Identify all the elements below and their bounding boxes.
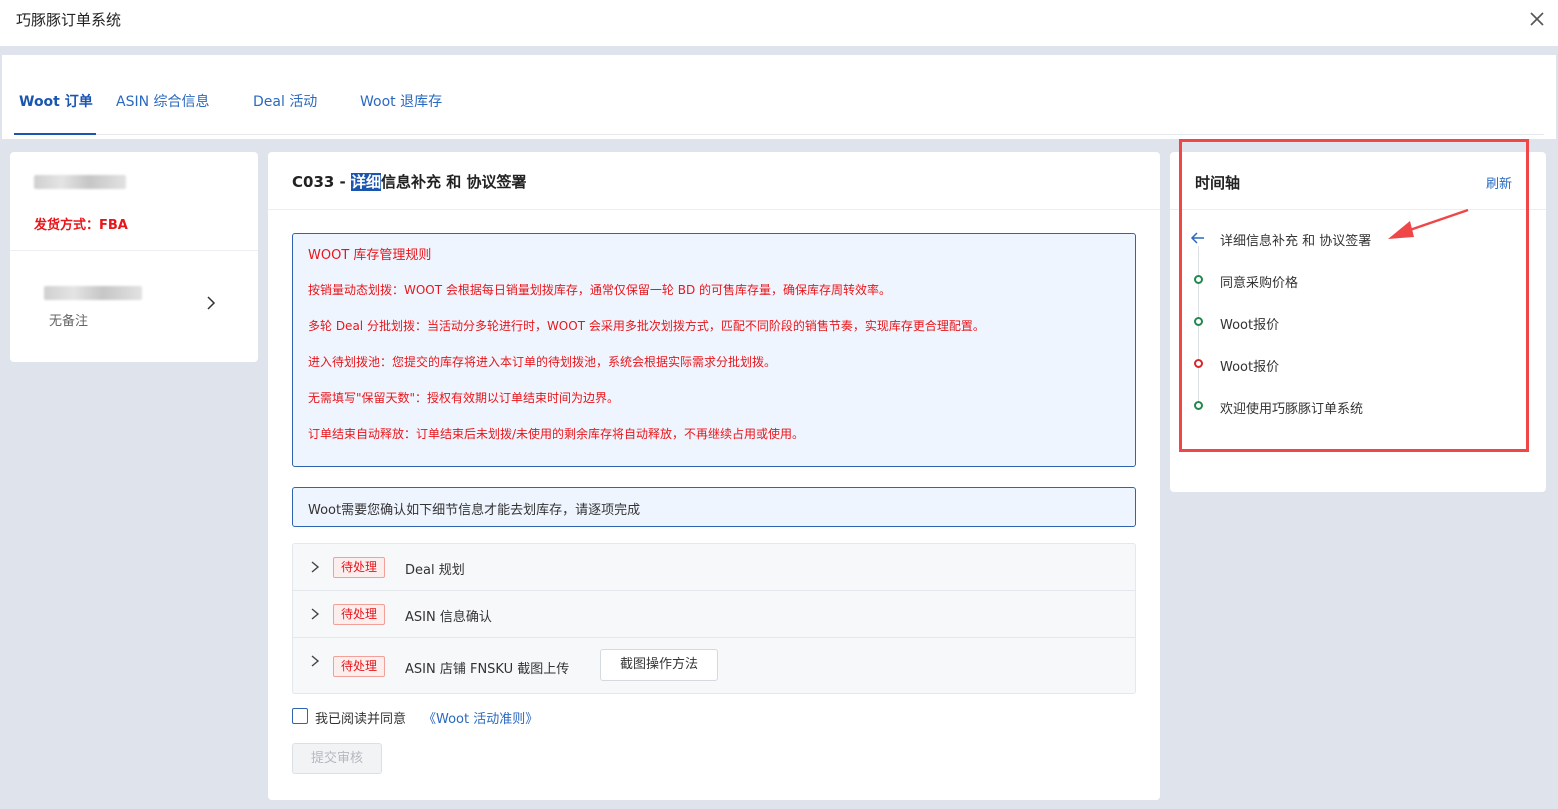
tab-asin-info[interactable]: ASIN 综合信息 bbox=[116, 91, 210, 111]
timeline-item: Woot报价 bbox=[1170, 354, 1546, 375]
timeline-item-text: 欢迎使用巧豚豚订单系统 bbox=[1220, 402, 1364, 417]
title-prefix: C033 - bbox=[292, 173, 351, 191]
inventory-rules-panel: WOOT 库存管理规则 按销量动态划拨：WOOT 会根据每日销量划拨库存，通常仅… bbox=[292, 233, 1136, 467]
timeline-card: 时间轴 刷新 详细信息补充 和 协议签署 同意采购价格 Woot报价 Woot报… bbox=[1170, 152, 1546, 492]
window-title: 巧豚豚订单系统 bbox=[16, 11, 122, 29]
arrow-left-icon bbox=[1190, 232, 1204, 244]
rule-line: 多轮 Deal 分批划拨：当活动分多轮进行时，WOOT 会采用多批次划拨方式，匹… bbox=[308, 319, 985, 333]
redacted-store-name bbox=[44, 286, 142, 300]
task-list: 待处理 Deal 规划 待处理 ASIN 信息确认 待处理 ASIN 店铺 FN… bbox=[292, 543, 1136, 694]
order-summary-card: 发货方式：FBA 无备注 bbox=[10, 152, 258, 362]
chevron-right-icon[interactable] bbox=[204, 296, 218, 310]
tab-woot-return-stock[interactable]: Woot 退库存 bbox=[360, 91, 442, 111]
shipping-method: 发货方式：FBA bbox=[34, 218, 128, 233]
title-highlight: 详细 bbox=[351, 173, 382, 191]
rules-link[interactable]: 《Woot 活动准则》 bbox=[423, 708, 538, 727]
remark-text: 无备注 bbox=[49, 314, 89, 329]
timeline-item-text: Woot报价 bbox=[1220, 360, 1280, 375]
timeline-divider bbox=[1170, 209, 1546, 210]
tab-bar: Woot 订单 ASIN 综合信息 Deal 活动 Woot 退库存 bbox=[2, 55, 1556, 139]
active-tab-indicator bbox=[14, 133, 96, 135]
rule-line: 进入待划拨池：您提交的库存将进入本订单的待划拨池，系统会根据实际需求分批划拨。 bbox=[308, 355, 777, 369]
timeline-item: 欢迎使用巧豚豚订单系统 bbox=[1170, 396, 1546, 417]
status-badge: 待处理 bbox=[333, 604, 385, 625]
rules-title: WOOT 库存管理规则 bbox=[308, 248, 432, 263]
timeline-item-text: 同意采购价格 bbox=[1220, 276, 1299, 291]
timeline-item-text: 详细信息补充 和 协议签署 bbox=[1220, 234, 1372, 249]
tab-deal-activity[interactable]: Deal 活动 bbox=[253, 91, 317, 111]
chevron-right-icon[interactable] bbox=[309, 608, 321, 620]
refresh-link[interactable]: 刷新 bbox=[1486, 173, 1512, 192]
task-label: Deal 规划 bbox=[405, 563, 465, 578]
rule-line: 按销量动态划拨：WOOT 会根据每日销量划拨库存，通常仅保留一轮 BD 的可售库… bbox=[308, 283, 892, 297]
status-badge: 待处理 bbox=[333, 656, 385, 677]
header-divider bbox=[268, 209, 1160, 210]
timeline-dot-icon bbox=[1194, 275, 1203, 284]
rule-line: 订单结束自动释放：订单结束后未划拨/未使用的剩余库存将自动释放，不再继续占用或使… bbox=[308, 427, 805, 441]
task-item-asin-confirm[interactable]: 待处理 ASIN 信息确认 bbox=[293, 591, 1135, 638]
rule-line: 无需填写"保留天数"：授权有效期以订单结束时间为边界。 bbox=[308, 391, 620, 405]
agree-text: 我已阅读并同意 bbox=[315, 712, 407, 727]
timeline-dot-icon bbox=[1194, 359, 1203, 368]
task-item-fnsku-upload[interactable]: 待处理 ASIN 店铺 FNSKU 截图上传 截图操作方法 bbox=[293, 638, 1135, 693]
chevron-right-icon[interactable] bbox=[309, 655, 321, 667]
timeline-dot-icon bbox=[1194, 317, 1203, 326]
chevron-right-icon[interactable] bbox=[309, 561, 321, 573]
tab-divider bbox=[14, 134, 1544, 135]
timeline-item: Woot报价 bbox=[1170, 312, 1546, 333]
timeline-item: 同意采购价格 bbox=[1170, 270, 1546, 291]
status-badge: 待处理 bbox=[333, 557, 385, 578]
timeline-item-text: Woot报价 bbox=[1220, 318, 1280, 333]
task-label: ASIN 信息确认 bbox=[405, 610, 492, 625]
agree-checkbox[interactable] bbox=[292, 708, 308, 724]
detail-card: C033 - 详细信息补充 和 协议签署 WOOT 库存管理规则 按销量动态划拨… bbox=[268, 152, 1160, 800]
task-label: ASIN 店铺 FNSKU 截图上传 bbox=[405, 662, 570, 677]
redacted-product-name bbox=[34, 175, 126, 189]
timeline-item: 详细信息补充 和 协议签署 bbox=[1170, 228, 1546, 249]
screenshot-guide-button[interactable]: 截图操作方法 bbox=[600, 649, 718, 681]
window-titlebar: 巧豚豚订单系统 bbox=[0, 0, 1558, 46]
tab-woot-order[interactable]: Woot 订单 bbox=[19, 91, 93, 111]
submit-review-button[interactable]: 提交审核 bbox=[292, 743, 382, 774]
timeline-title: 时间轴 bbox=[1195, 174, 1241, 192]
timeline-dot-icon bbox=[1194, 401, 1203, 410]
card-divider bbox=[10, 250, 258, 251]
confirm-text: Woot需要您确认如下细节信息才能去划库存，请逐项完成 bbox=[308, 503, 641, 518]
confirm-notice: Woot需要您确认如下细节信息才能去划库存，请逐项完成 bbox=[292, 487, 1136, 527]
title-rest: 信息补充 和 协议签署 bbox=[381, 173, 527, 191]
close-icon[interactable] bbox=[1526, 8, 1548, 30]
task-item-deal-plan[interactable]: 待处理 Deal 规划 bbox=[293, 544, 1135, 591]
page-title: C033 - 详细信息补充 和 协议签署 bbox=[292, 171, 526, 192]
